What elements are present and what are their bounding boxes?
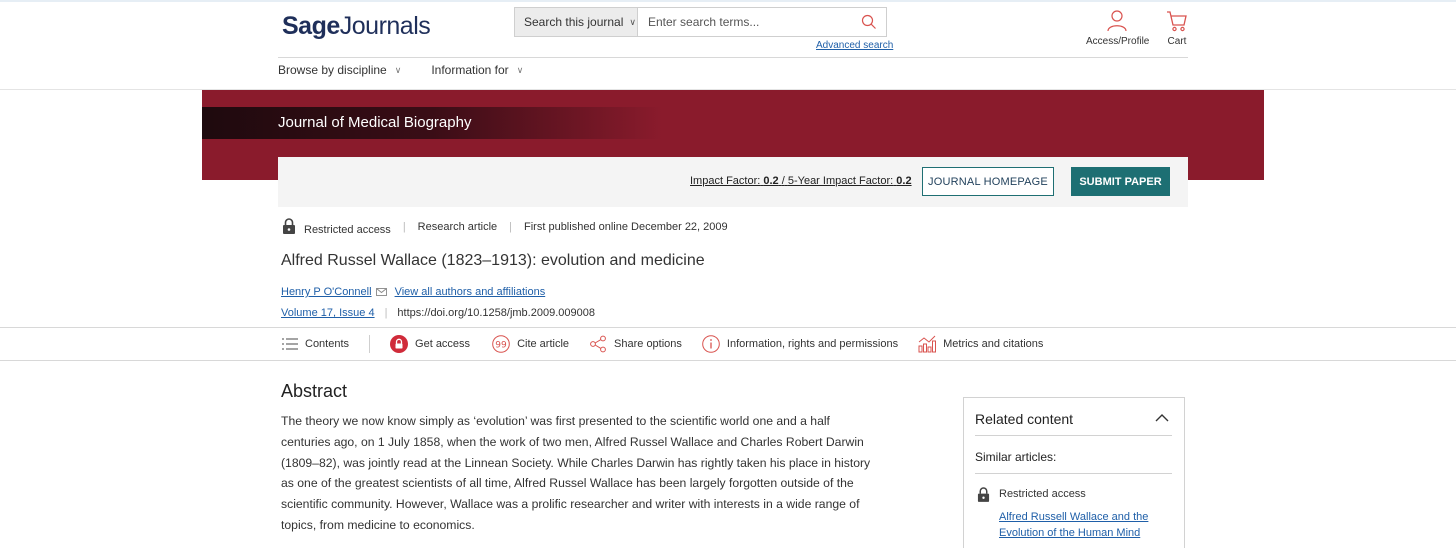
search-input[interactable] <box>638 8 852 36</box>
related-article-link[interactable]: Alfred Russell Wallace and the Evolution… <box>999 509 1169 541</box>
abstract-line: as one of the greatest scientists of all… <box>281 476 854 491</box>
abstract-line: topics, from medicine to economics. <box>281 517 475 532</box>
access-status: Restricted access <box>304 224 391 236</box>
volume-issue-link[interactable]: Volume 17, Issue 4 <box>281 307 375 319</box>
nav-information-for[interactable]: Information for ∨ <box>431 63 523 77</box>
top-accent-line <box>0 0 1456 2</box>
logo-brand: Sage <box>282 12 340 40</box>
toolbar-label: Metrics and citations <box>943 338 1044 350</box>
toolbar-information-rights[interactable]: Information, rights and permissions <box>702 335 898 353</box>
lock-icon <box>390 335 409 353</box>
submit-paper-button[interactable]: SUBMIT PAPER <box>1071 167 1170 196</box>
user-icon <box>1107 10 1127 32</box>
cart-icon <box>1167 11 1187 32</box>
quote-icon: 99 <box>492 335 510 353</box>
article-meta: Restricted access | Research article | F… <box>282 218 728 236</box>
related-divider <box>975 473 1172 474</box>
article-toolbar: Contents Get access 99 Cite article Shar… <box>282 333 1043 355</box>
chevron-down-icon: ∨ <box>629 16 636 27</box>
cart-label: Cart <box>1167 36 1187 47</box>
volume-line: Volume 17, Issue 4 | https://doi.org/10.… <box>281 307 595 319</box>
author-link[interactable]: Henry P O'Connell <box>281 286 372 298</box>
related-divider <box>975 435 1172 436</box>
chart-icon <box>918 335 937 353</box>
published-date: First published online December 22, 2009 <box>524 221 728 233</box>
cart-button[interactable]: Cart <box>1162 10 1192 47</box>
view-all-authors-link[interactable]: View all authors and affiliations <box>395 286 546 298</box>
journal-homepage-button[interactable]: JOURNAL HOMEPAGE <box>922 167 1054 196</box>
lock-icon <box>977 487 990 502</box>
impact-factor-value: 0.2 <box>763 175 779 187</box>
abstract-line: (1809–82), was jointly read at the Linne… <box>281 455 871 470</box>
main-nav: Browse by discipline ∨ Information for ∨ <box>278 63 523 77</box>
toolbar-label: Information, rights and permissions <box>726 338 899 350</box>
similar-articles-heading: Similar articles: <box>975 450 1057 464</box>
search-bar: Search this journal ∨ <box>514 7 887 37</box>
article-type: Research article <box>417 221 498 233</box>
header-divider <box>278 57 1188 58</box>
advanced-search-link[interactable]: Advanced search <box>816 40 893 51</box>
mail-icon[interactable] <box>375 288 387 296</box>
related-content-heading[interactable]: Related content <box>975 411 1073 427</box>
toolbar-label: Contents <box>305 338 350 350</box>
access-profile-label: Access/Profile <box>1086 36 1150 47</box>
meta-separator: | <box>384 307 388 319</box>
list-icon <box>282 338 298 350</box>
toolbar-label: Cite article <box>517 338 570 350</box>
sage-journals-logo[interactable]: SageJournals <box>282 12 431 41</box>
search-button[interactable] <box>852 8 886 36</box>
journal-title[interactable]: Journal of Medical Biography <box>278 114 471 131</box>
toolbar-contents[interactable]: Contents <box>282 337 349 351</box>
abstract-line: The theory we now know simply as ‘evolut… <box>281 414 830 428</box>
search-icon <box>861 14 876 29</box>
impact-separator: / <box>781 175 785 187</box>
doi-text[interactable]: https://doi.org/10.1258/jmb.2009.009008 <box>397 307 595 319</box>
svg-text:99: 99 <box>495 341 507 351</box>
meta-separator: | <box>509 221 513 233</box>
toolbar-divider <box>369 335 371 353</box>
five-year-value: 0.2 <box>896 175 912 187</box>
toolbar-top-border <box>0 327 1456 328</box>
toolbar-label: Get access <box>415 338 471 350</box>
toolbar-share-options[interactable]: Share options <box>589 335 682 353</box>
related-access-status: Restricted access <box>999 488 1086 500</box>
article-title: Alfred Russel Wallace (1823–1913): evolu… <box>281 252 705 269</box>
share-icon <box>590 335 606 353</box>
access-profile-button[interactable]: Access/Profile <box>1086 10 1150 47</box>
meta-separator: | <box>402 221 406 233</box>
lock-icon <box>283 218 295 234</box>
toolbar-cite-article[interactable]: 99 Cite article <box>492 335 569 353</box>
abstract-line: centuries ago, on 1 July 1858, when the … <box>281 434 864 449</box>
chevron-down-icon: ∨ <box>394 64 402 75</box>
five-year-label: 5-Year Impact Factor: <box>787 175 894 187</box>
abstract-line: scientific community. However, Wallace w… <box>281 497 860 512</box>
toolbar-label: Share options <box>614 338 682 350</box>
impact-factor-label: Impact Factor: <box>690 175 761 187</box>
search-scope-label: Search this journal <box>524 15 624 29</box>
search-scope-dropdown[interactable]: Search this journal ∨ <box>515 8 638 36</box>
impact-factor-link[interactable]: Impact Factor: 0.2 / 5-Year Impact Facto… <box>690 175 912 187</box>
logo-product: Journals <box>339 12 431 40</box>
nav-item-label: Information for <box>431 63 509 77</box>
nav-item-label: Browse by discipline <box>278 63 387 77</box>
authors-line: Henry P O'Connell View all authors and a… <box>281 286 545 298</box>
chevron-down-icon: ∨ <box>516 64 524 75</box>
toolbar-get-access[interactable]: Get access <box>390 335 470 353</box>
nav-browse-by-discipline[interactable]: Browse by discipline ∨ <box>278 63 401 77</box>
chevron-up-icon[interactable] <box>1155 413 1169 423</box>
toolbar-metrics-citations[interactable]: Metrics and citations <box>918 335 1043 353</box>
toolbar-bottom-border <box>0 360 1456 361</box>
abstract-body: The theory we now know simply as ‘evolut… <box>281 411 891 536</box>
info-icon <box>702 335 720 353</box>
abstract-heading: Abstract <box>281 381 348 401</box>
